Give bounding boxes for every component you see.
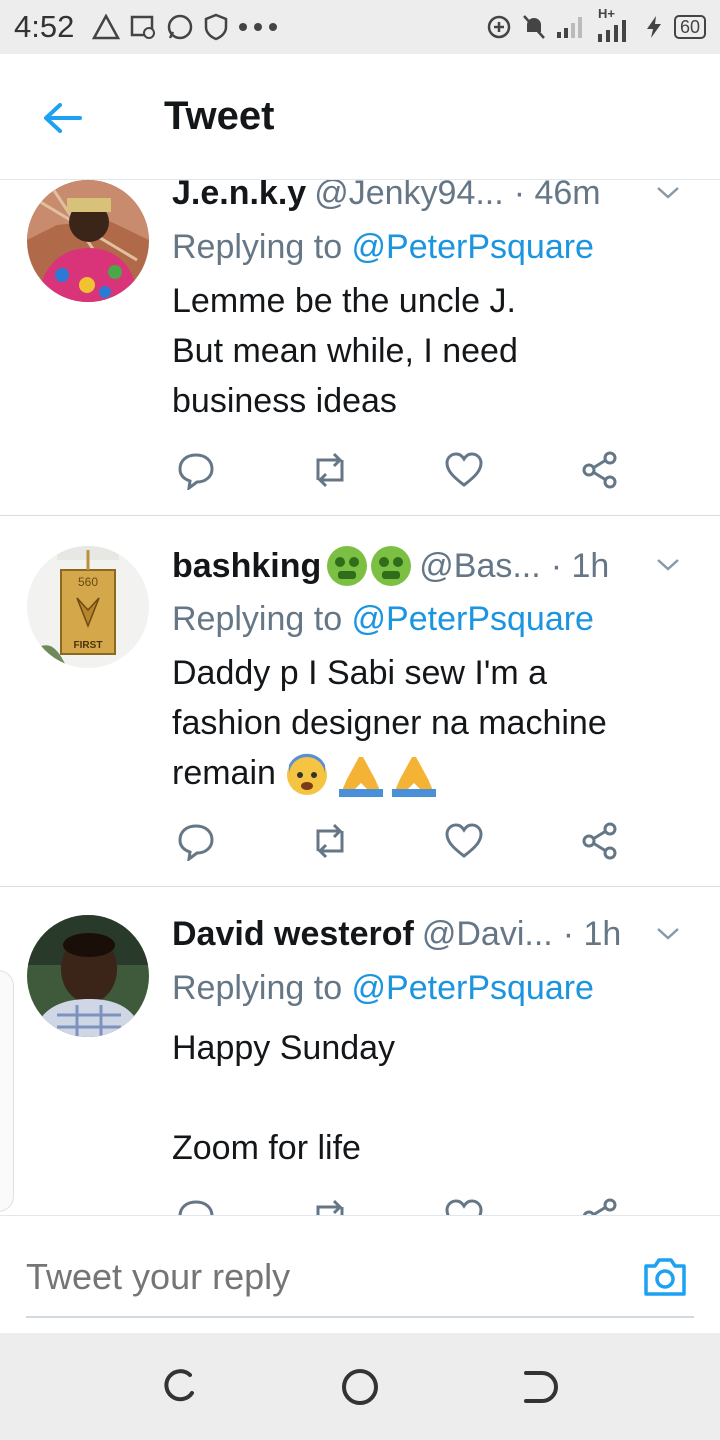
tweet-item[interactable]: J.e.n.k.y @Jenky94... · 46m Replying to … — [0, 180, 720, 516]
share-icon[interactable] — [580, 1197, 620, 1215]
status-time: 4:52 — [14, 9, 75, 44]
chevron-down-icon[interactable] — [654, 180, 682, 206]
tweet-author-handle[interactable]: @Jenky94... — [314, 180, 504, 213]
charging-icon — [646, 16, 661, 38]
reply-composer — [0, 1215, 720, 1334]
tweet-text: Daddy p I Sabi sew I'm a fashion designe… — [172, 648, 680, 798]
tweet-text-line: remain — [172, 754, 276, 792]
app-bar: Tweet — [0, 54, 720, 180]
folded-hands-emoji — [338, 757, 383, 798]
status-bar: 4:52 H+ 60 — [0, 0, 720, 54]
replying-to-handle[interactable]: @PeterPsquare — [352, 600, 594, 638]
money-mouth-face-emoji — [371, 546, 412, 586]
tweet-timestamp: · 1h — [562, 915, 622, 953]
reply-feed[interactable]: J.e.n.k.y @Jenky94... · 46m Replying to … — [0, 180, 720, 1215]
replying-to-line: Replying to @PeterPsquare — [172, 228, 594, 267]
tweet-actions — [172, 821, 642, 861]
avatar[interactable] — [27, 915, 149, 1037]
mute-icon — [523, 15, 545, 39]
tweet-text-line — [172, 1073, 680, 1123]
tweet-text: Lemme be the uncle J. But mean while, I … — [172, 276, 680, 426]
tweet-text: Happy Sunday Zoom for life — [172, 1023, 680, 1173]
tweet-text-line: But mean while, I need — [172, 332, 518, 370]
reply-icon[interactable] — [176, 1197, 216, 1215]
retweet-icon[interactable] — [310, 1197, 350, 1215]
share-icon[interactable] — [580, 821, 620, 861]
like-heart-icon[interactable] — [444, 450, 484, 490]
anxious-face-emoji — [287, 753, 328, 796]
system-nav-bar — [0, 1333, 720, 1440]
tweet-author-handle[interactable]: @Davi... — [422, 915, 553, 954]
home-icon[interactable] — [336, 1363, 384, 1411]
image-icon — [131, 15, 156, 39]
like-heart-icon[interactable] — [444, 821, 484, 861]
share-icon[interactable] — [580, 450, 620, 490]
tweet-author-name[interactable]: J.e.n.k.y — [172, 180, 306, 213]
replying-to-line: Replying to @PeterPsquare — [172, 600, 594, 639]
shield-icon — [205, 13, 228, 41]
tweet-actions — [172, 450, 642, 490]
back-icon[interactable] — [516, 1363, 564, 1411]
avatar[interactable]: 560 FIRST — [27, 546, 149, 668]
replying-to-line: Replying to @PeterPsquare — [172, 969, 594, 1008]
replying-to-prefix: Replying to — [172, 600, 352, 638]
reply-icon[interactable] — [176, 821, 216, 861]
avatar-pendant-label: FIRST — [74, 640, 103, 651]
money-mouth-face-emoji — [327, 546, 368, 586]
data-saver-icon — [487, 15, 511, 39]
tweet-text-line-with-emoji: remain — [172, 748, 680, 798]
tweet-text-line: Daddy p I Sabi sew I'm a — [172, 654, 547, 692]
tweet-reply-input[interactable] — [26, 1256, 694, 1318]
tweet-text-line: Happy Sunday — [172, 1029, 396, 1067]
chevron-down-icon[interactable] — [654, 919, 682, 947]
replying-to-prefix: Replying to — [172, 228, 352, 266]
tweet-text-line: Lemme be the uncle J. — [172, 282, 516, 320]
tweet-author-handle[interactable]: @Bas... — [419, 547, 540, 586]
more-dots-icon — [239, 23, 278, 31]
tweet-timestamp: · 1h — [550, 546, 610, 585]
tweet-author-name[interactable]: David westerof — [172, 915, 414, 954]
signal-h-plus-icon — [597, 20, 626, 42]
replying-to-handle[interactable]: @PeterPsquare — [352, 228, 594, 266]
page-title: Tweet — [164, 94, 275, 138]
replying-to-prefix: Replying to — [172, 969, 352, 1007]
tweet-author-name[interactable]: bashking — [172, 547, 321, 586]
like-heart-icon[interactable] — [444, 1197, 484, 1215]
back-arrow-icon[interactable] — [40, 96, 84, 140]
tweet-item[interactable]: David westerof @Davi... · 1h Replying to… — [0, 887, 720, 1215]
tweet-item[interactable]: 560 FIRST bashking @Bas... · 1h Replying… — [0, 516, 720, 887]
reply-icon[interactable] — [176, 450, 216, 490]
edge-panel-handle[interactable] — [0, 970, 14, 1212]
network-type-label: H+ — [597, 6, 615, 21]
tweet-actions — [172, 1197, 642, 1215]
whatsapp-icon — [168, 14, 193, 40]
battery-indicator: 60 — [673, 15, 706, 39]
tweet-text-line: business ideas — [172, 382, 397, 420]
replying-to-handle[interactable]: @PeterPsquare — [352, 969, 594, 1007]
tweet-text-line: fashion designer na machine — [172, 704, 607, 742]
name-emoji-group — [327, 546, 412, 586]
recent-apps-icon[interactable] — [156, 1363, 204, 1411]
retweet-icon[interactable] — [310, 821, 350, 861]
tweet-timestamp: · 46m — [513, 180, 601, 212]
signal-icon — [556, 17, 582, 38]
avatar[interactable] — [27, 180, 149, 302]
camera-icon[interactable] — [640, 1252, 690, 1302]
avatar-pendant-number: 560 — [78, 575, 98, 589]
chevron-down-icon[interactable] — [654, 550, 682, 578]
retweet-icon[interactable] — [310, 450, 350, 490]
folded-hands-emoji — [392, 757, 437, 798]
tweet-text-line: Zoom for life — [172, 1129, 361, 1167]
warning-icon — [92, 14, 121, 40]
